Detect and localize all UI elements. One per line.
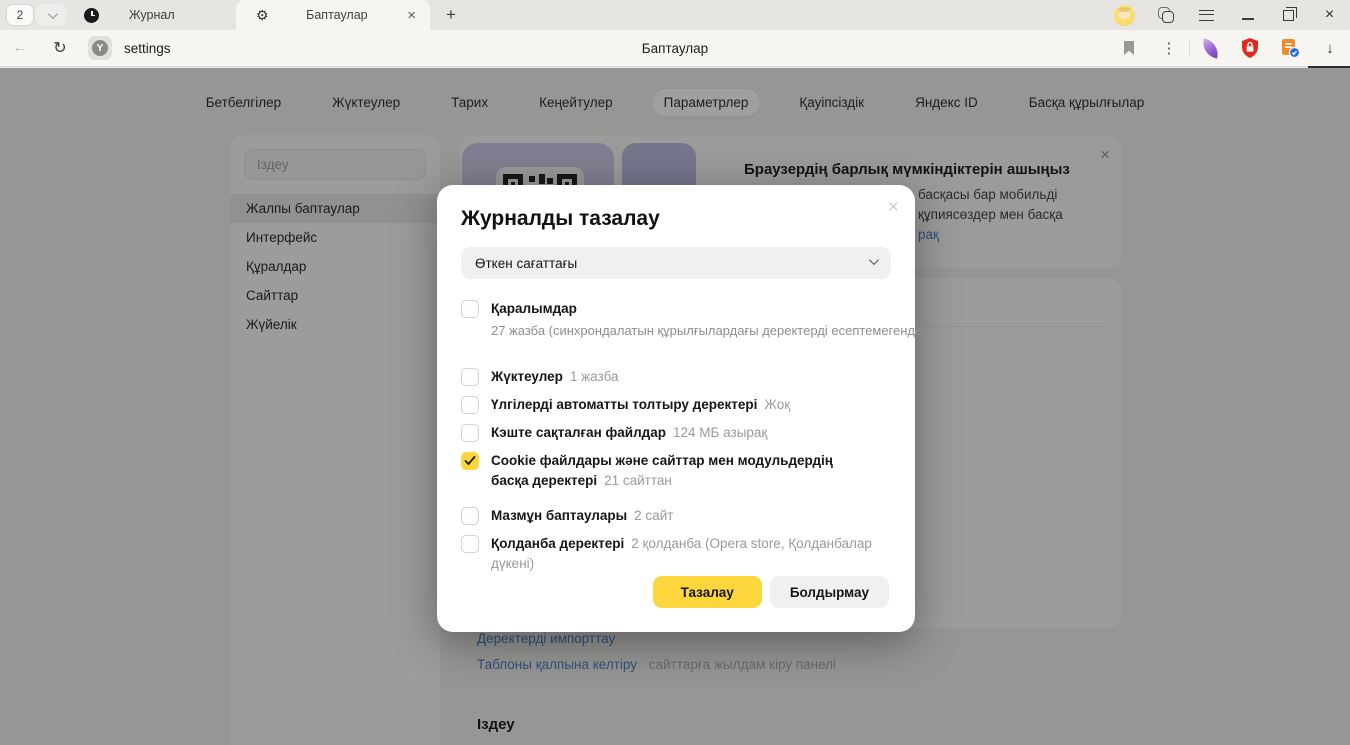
translate-page-button[interactable] bbox=[1270, 30, 1310, 67]
cancel-button[interactable]: Болдырмау bbox=[770, 576, 889, 608]
clock-icon bbox=[84, 8, 99, 23]
settings-page: БетбелгілерЖүктеулерТарихКеңейтулерПарам… bbox=[0, 68, 1350, 745]
checkbox[interactable] bbox=[461, 396, 479, 414]
history-item-label: Қолданба деректері bbox=[491, 536, 624, 551]
history-item-label: Қаралымдар bbox=[491, 301, 577, 316]
site-badge[interactable]: Y bbox=[88, 36, 112, 60]
close-icon: × bbox=[1325, 7, 1334, 23]
tab-label: Баптаулар bbox=[269, 8, 406, 22]
side-panels-button[interactable] bbox=[1145, 0, 1186, 30]
tab-counter-button[interactable]: 2 bbox=[6, 4, 34, 26]
history-item-text: Кэште сақталған файлдар 124 МБ азырақ bbox=[491, 423, 767, 443]
checkbox[interactable] bbox=[461, 368, 479, 386]
checkbox-checked[interactable] bbox=[461, 452, 479, 470]
minimize-icon bbox=[1242, 18, 1254, 20]
hamburger-icon bbox=[1199, 10, 1214, 21]
feather-icon bbox=[1200, 38, 1220, 58]
checkbox[interactable] bbox=[461, 535, 479, 553]
bookmark-button[interactable] bbox=[1109, 30, 1149, 67]
period-select[interactable]: Өткен сағаттағы bbox=[461, 247, 891, 279]
yandex-icon: Y bbox=[92, 40, 108, 56]
checkbox[interactable] bbox=[461, 424, 479, 442]
history-item-row: Cookie файлдары және сайттар мен модульд… bbox=[461, 451, 891, 491]
history-item-text: Жүктеулер 1 жазба bbox=[491, 367, 619, 387]
history-item-subtext: 27 жазба (синхрондалатын құрылғылардағы … bbox=[491, 321, 891, 341]
tab-list-dropdown-button[interactable] bbox=[36, 4, 66, 26]
browser-window: 2 Журнал ⚙ Баптаулар × + × ← ↻ Y setting… bbox=[0, 0, 1350, 745]
window-minimize-button[interactable] bbox=[1227, 0, 1268, 30]
history-item-row: Мазмұн баптаулары 2 сайт bbox=[461, 506, 891, 526]
chevron-down-icon bbox=[869, 255, 879, 265]
modal-actions: Тазалау Болдырмау bbox=[653, 576, 889, 608]
chevron-down-icon bbox=[47, 9, 57, 19]
clear-button[interactable]: Тазалау bbox=[653, 576, 762, 608]
downloads-button[interactable]: ↓ bbox=[1310, 30, 1350, 67]
history-item-value: 2 сайт bbox=[634, 508, 673, 523]
tab-settings-active[interactable]: ⚙ Баптаулар × bbox=[236, 0, 430, 30]
tab-journal[interactable]: Журнал bbox=[66, 0, 234, 30]
protect-button[interactable] bbox=[1230, 30, 1270, 67]
history-item-row: Қолданба деректері2 қолданба (Opera stor… bbox=[461, 534, 891, 574]
history-item-value: 124 МБ азырақ bbox=[673, 425, 767, 440]
document-check-icon bbox=[1280, 38, 1300, 58]
history-item-text: Үлгілерді автоматты толтыру деректері Жоқ bbox=[491, 395, 790, 415]
shield-lock-icon bbox=[1241, 38, 1259, 58]
new-tab-button[interactable]: + bbox=[438, 2, 464, 28]
history-item-row: Қаралымдар 27 жазба (синхрондалатын құрыл… bbox=[461, 299, 891, 341]
modal-close-icon[interactable]: × bbox=[888, 197, 899, 219]
history-item-label: Кэште сақталған файлдар bbox=[491, 425, 666, 440]
tab-bar: 2 Журнал ⚙ Баптаулар × + × bbox=[0, 0, 1350, 30]
history-item-row: Үлгілерді автоматты толтыру деректері Жоқ bbox=[461, 395, 891, 415]
profile-avatar[interactable] bbox=[1104, 0, 1145, 30]
reload-button[interactable]: ↻ bbox=[40, 30, 80, 67]
history-item-text: Қолданба деректері2 қолданба (Opera stor… bbox=[491, 534, 891, 574]
url-text[interactable]: settings bbox=[124, 41, 171, 56]
plus-theme-button[interactable] bbox=[1190, 30, 1230, 67]
history-item-text: Қаралымдар 27 жазба (синхрондалатын құрыл… bbox=[491, 299, 891, 341]
history-item-row: Кэште сақталған файлдар 124 МБ азырақ bbox=[461, 423, 891, 443]
gear-icon: ⚙ bbox=[256, 8, 269, 22]
history-item-value: 1 жазба bbox=[570, 369, 619, 384]
period-select-value: Өткен сағаттағы bbox=[475, 256, 577, 271]
history-item-label: Мазмұн баптаулары bbox=[491, 508, 627, 523]
clear-history-modal: × Журналды тазалау Өткен сағаттағы Қарал… bbox=[437, 185, 915, 632]
window-close-button[interactable]: × bbox=[1309, 0, 1350, 30]
checkbox[interactable] bbox=[461, 300, 479, 318]
history-item-label: Үлгілерді автоматты толтыру деректері bbox=[491, 397, 757, 412]
bookmark-icon bbox=[1122, 40, 1136, 56]
history-item-text: Мазмұн баптаулары 2 сайт bbox=[491, 506, 673, 526]
modal-title: Журналды тазалау bbox=[461, 205, 891, 233]
history-item-label: Жүктеулер bbox=[491, 369, 563, 384]
history-item-value: 21 сайттан bbox=[604, 473, 672, 488]
window-restore-button[interactable] bbox=[1268, 0, 1309, 30]
tab-close-icon[interactable]: × bbox=[405, 7, 418, 24]
avatar bbox=[1114, 5, 1135, 26]
checkbox[interactable] bbox=[461, 507, 479, 525]
history-item-row: Жүктеулер 1 жазба bbox=[461, 367, 891, 387]
browser-menu-button[interactable] bbox=[1186, 0, 1227, 30]
address-bar: ← ↻ Y settings Баптаулар ⋮ bbox=[0, 30, 1350, 67]
restore-icon bbox=[1283, 10, 1294, 21]
back-button[interactable]: ← bbox=[0, 30, 40, 67]
history-item-value: Жоқ bbox=[764, 397, 790, 412]
tab-label: Журнал bbox=[129, 8, 175, 22]
panels-icon bbox=[1158, 7, 1174, 23]
extensions-menu-button[interactable]: ⋮ bbox=[1149, 30, 1189, 67]
history-item-text: Cookie файлдары және сайттар мен модульд… bbox=[491, 451, 843, 491]
history-items-list: Қаралымдар 27 жазба (синхрондалатын құрыл… bbox=[461, 299, 891, 574]
